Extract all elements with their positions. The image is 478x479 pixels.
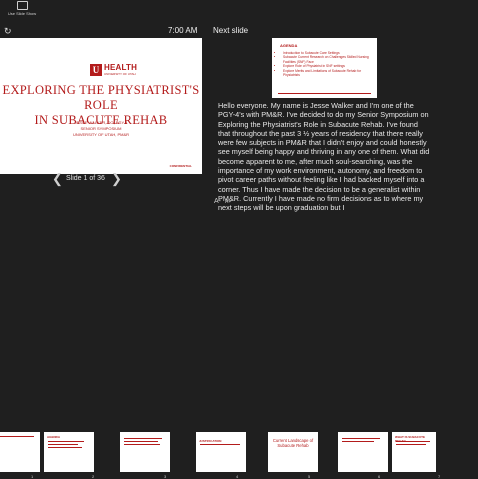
thumbnail-number: 3	[164, 474, 167, 479]
next-slide-title: AGENDA	[280, 43, 298, 48]
next-slide-bullet: Subacute Current Research on Challenges …	[283, 55, 373, 64]
thumbnail-slide-1[interactable]	[0, 432, 40, 472]
thumbnail-title: AGENDA	[47, 435, 61, 439]
thumbnail-title: JUSTIFICATION	[199, 439, 222, 443]
next-slide-bullets: Introduction to Subacute Care Settings S…	[278, 51, 373, 77]
thumbnail-slide-2[interactable]: AGENDA	[44, 432, 94, 472]
chevron-right-icon[interactable]: ❯	[111, 171, 122, 187]
current-slide[interactable]: U HEALTH UNIVERSITY OF UTAH EXPLORING TH…	[0, 38, 202, 174]
university-logo-icon: U	[90, 64, 102, 76]
chevron-left-icon[interactable]: ❮	[52, 171, 63, 187]
use-slide-show-label: Use Slide Show	[7, 11, 37, 16]
thumbnail-slide-6[interactable]	[338, 432, 388, 472]
next-slide-bullet: Explore Merits and Limitations of Subacu…	[283, 69, 373, 78]
confidential-label: CONFIDENTIAL	[169, 164, 192, 168]
slide-title-line-1: EXPLORING THE PHYSIATRIST'S ROLE	[2, 83, 200, 112]
thumbnail-number: 6	[378, 474, 381, 479]
thumbnail-strip: 1 AGENDA 2 3 JUSTIFICATION 4 Current Lan…	[0, 214, 478, 479]
use-slide-show-button[interactable]: Use Slide Show	[4, 1, 40, 17]
next-slide-heading: Next slide	[213, 26, 249, 35]
thumbnail-number: 5	[308, 474, 311, 479]
slide-footer-line	[278, 93, 371, 94]
font-size-controls: A- A+	[214, 198, 235, 205]
slide-meta: JESSE WALKER, DO, PGY-4 SENIOR SYMPOSIUM…	[0, 120, 202, 138]
thumbnail-title: Current Landscape of Subacute Rehab	[272, 438, 314, 448]
thumbnail-number: 4	[236, 474, 239, 479]
thumbnail-slide-3[interactable]	[120, 432, 170, 472]
thumbnail-slide-5[interactable]: Current Landscape of Subacute Rehab	[268, 432, 318, 472]
next-slide-preview[interactable]: AGENDA Introduction to Subacute Care Set…	[272, 38, 377, 98]
clock: 7:00 AM	[168, 26, 198, 35]
thumbnail-slide-7[interactable]: WHAT IS SUBACUTE REHAB	[392, 432, 436, 472]
thumbnail-slide-4[interactable]: JUSTIFICATION	[196, 432, 246, 472]
thumbnail-number: 1	[31, 474, 34, 479]
refresh-icon[interactable]: ↻	[4, 26, 12, 37]
increase-font-button[interactable]: A+	[225, 199, 231, 205]
slide-institution: UNIVERSITY OF UTAH, PM&R	[72, 132, 130, 137]
thumbnail-number: 7	[438, 474, 441, 479]
thumbnail-number: 2	[92, 474, 95, 479]
logo-text: HEALTH	[104, 63, 138, 72]
decrease-font-button[interactable]: A-	[214, 198, 221, 205]
speaker-notes[interactable]: Hello everyone. My name is Jesse Walker …	[218, 101, 432, 213]
slide-counter[interactable]: Slide 1 of 36	[66, 175, 105, 182]
logo-subtext: UNIVERSITY OF UTAH	[104, 72, 136, 76]
monitor-icon	[16, 1, 28, 10]
